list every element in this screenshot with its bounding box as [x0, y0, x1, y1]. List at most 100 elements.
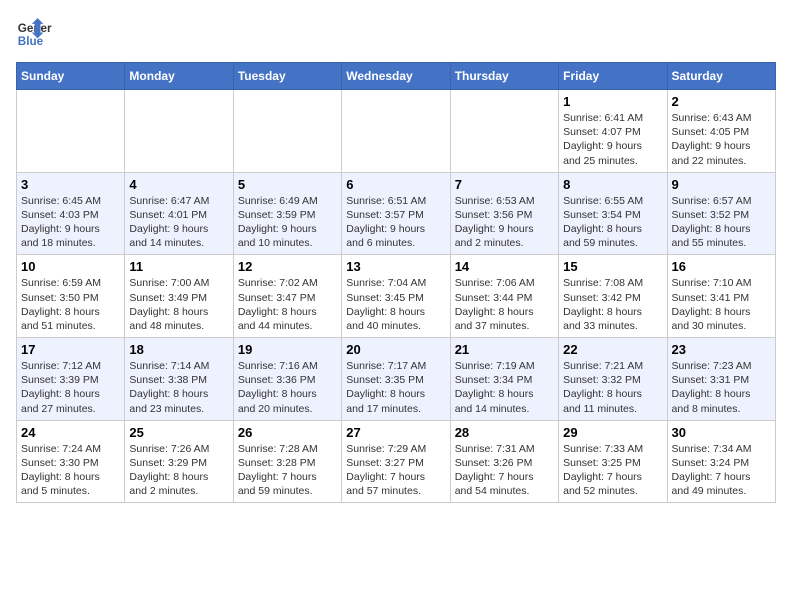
day-info: Sunrise: 7:12 AM Sunset: 3:39 PM Dayligh…	[21, 359, 120, 416]
day-number: 14	[455, 259, 554, 274]
day-number: 9	[672, 177, 771, 192]
calendar-week-row: 10 Sunrise: 6:59 AM Sunset: 3:50 PM Dayli…	[17, 255, 776, 338]
calendar-cell	[233, 90, 341, 173]
calendar-cell: 12 Sunrise: 7:02 AM Sunset: 3:47 PM Dayli…	[233, 255, 341, 338]
calendar-cell: 19 Sunrise: 7:16 AM Sunset: 3:36 PM Dayli…	[233, 338, 341, 421]
calendar-week-row: 3 Sunrise: 6:45 AM Sunset: 4:03 PM Daylig…	[17, 172, 776, 255]
calendar-cell: 9 Sunrise: 6:57 AM Sunset: 3:52 PM Daylig…	[667, 172, 775, 255]
day-info: Sunrise: 6:55 AM Sunset: 3:54 PM Dayligh…	[563, 194, 662, 251]
day-info: Sunrise: 7:26 AM Sunset: 3:29 PM Dayligh…	[129, 442, 228, 499]
calendar-week-row: 17Sunrise: 7:12 AM Sunset: 3:39 PM Dayli…	[17, 338, 776, 421]
calendar-cell: 8 Sunrise: 6:55 AM Sunset: 3:54 PM Daylig…	[559, 172, 667, 255]
calendar-cell	[342, 90, 450, 173]
weekday-header: Thursday	[450, 63, 558, 90]
calendar-cell: 11Sunrise: 7:00 AM Sunset: 3:49 PM Dayli…	[125, 255, 233, 338]
page-header: General Blue	[16, 16, 776, 52]
day-number: 11	[129, 259, 228, 274]
calendar-cell: 23 Sunrise: 7:23 AM Sunset: 3:31 PM Dayli…	[667, 338, 775, 421]
day-number: 7	[455, 177, 554, 192]
calendar-cell: 14 Sunrise: 7:06 AM Sunset: 3:44 PM Dayli…	[450, 255, 558, 338]
day-number: 22	[563, 342, 662, 357]
calendar-cell: 25 Sunrise: 7:26 AM Sunset: 3:29 PM Dayli…	[125, 420, 233, 503]
logo: General Blue	[16, 16, 52, 52]
day-info: Sunrise: 7:24 AM Sunset: 3:30 PM Dayligh…	[21, 442, 120, 499]
weekday-header: Monday	[125, 63, 233, 90]
day-number: 24	[21, 425, 120, 440]
day-info: Sunrise: 7:29 AM Sunset: 3:27 PM Dayligh…	[346, 442, 445, 499]
day-number: 20	[346, 342, 445, 357]
calendar-cell: 3 Sunrise: 6:45 AM Sunset: 4:03 PM Daylig…	[17, 172, 125, 255]
weekday-header: Wednesday	[342, 63, 450, 90]
day-info: Sunrise: 6:43 AM Sunset: 4:05 PM Dayligh…	[672, 111, 771, 168]
day-info: Sunrise: 7:17 AM Sunset: 3:35 PM Dayligh…	[346, 359, 445, 416]
calendar-week-row: 1Sunrise: 6:41 AM Sunset: 4:07 PM Daylig…	[17, 90, 776, 173]
weekday-header: Saturday	[667, 63, 775, 90]
day-info: Sunrise: 7:19 AM Sunset: 3:34 PM Dayligh…	[455, 359, 554, 416]
calendar-week-row: 24 Sunrise: 7:24 AM Sunset: 3:30 PM Dayli…	[17, 420, 776, 503]
day-number: 1	[563, 94, 662, 109]
calendar-cell: 27 Sunrise: 7:29 AM Sunset: 3:27 PM Dayli…	[342, 420, 450, 503]
day-info: Sunrise: 7:33 AM Sunset: 3:25 PM Dayligh…	[563, 442, 662, 499]
calendar-cell	[125, 90, 233, 173]
day-number: 23	[672, 342, 771, 357]
day-info: Sunrise: 7:31 AM Sunset: 3:26 PM Dayligh…	[455, 442, 554, 499]
day-info: Sunrise: 6:51 AM Sunset: 3:57 PM Dayligh…	[346, 194, 445, 251]
day-info: Sunrise: 7:34 AM Sunset: 3:24 PM Dayligh…	[672, 442, 771, 499]
calendar-cell: 6 Sunrise: 6:51 AM Sunset: 3:57 PM Daylig…	[342, 172, 450, 255]
day-number: 3	[21, 177, 120, 192]
calendar-cell: 13Sunrise: 7:04 AM Sunset: 3:45 PM Dayli…	[342, 255, 450, 338]
day-number: 21	[455, 342, 554, 357]
day-info: Sunrise: 6:47 AM Sunset: 4:01 PM Dayligh…	[129, 194, 228, 251]
calendar-cell: 15 Sunrise: 7:08 AM Sunset: 3:42 PM Dayli…	[559, 255, 667, 338]
calendar-cell	[450, 90, 558, 173]
calendar-cell: 7 Sunrise: 6:53 AM Sunset: 3:56 PM Daylig…	[450, 172, 558, 255]
day-number: 12	[238, 259, 337, 274]
day-info: Sunrise: 7:02 AM Sunset: 3:47 PM Dayligh…	[238, 276, 337, 333]
day-info: Sunrise: 6:45 AM Sunset: 4:03 PM Dayligh…	[21, 194, 120, 251]
day-number: 28	[455, 425, 554, 440]
day-info: Sunrise: 6:57 AM Sunset: 3:52 PM Dayligh…	[672, 194, 771, 251]
day-number: 8	[563, 177, 662, 192]
weekday-header: Sunday	[17, 63, 125, 90]
day-number: 2	[672, 94, 771, 109]
day-info: Sunrise: 7:06 AM Sunset: 3:44 PM Dayligh…	[455, 276, 554, 333]
calendar-cell: 5 Sunrise: 6:49 AM Sunset: 3:59 PM Daylig…	[233, 172, 341, 255]
day-number: 16	[672, 259, 771, 274]
calendar-cell: 30 Sunrise: 7:34 AM Sunset: 3:24 PM Dayli…	[667, 420, 775, 503]
logo-icon: General Blue	[16, 16, 52, 52]
weekday-header: Tuesday	[233, 63, 341, 90]
calendar-cell: 20 Sunrise: 7:17 AM Sunset: 3:35 PM Dayli…	[342, 338, 450, 421]
day-info: Sunrise: 7:08 AM Sunset: 3:42 PM Dayligh…	[563, 276, 662, 333]
day-number: 18	[129, 342, 228, 357]
day-info: Sunrise: 7:28 AM Sunset: 3:28 PM Dayligh…	[238, 442, 337, 499]
day-number: 25	[129, 425, 228, 440]
calendar-cell	[17, 90, 125, 173]
day-info: Sunrise: 6:53 AM Sunset: 3:56 PM Dayligh…	[455, 194, 554, 251]
day-info: Sunrise: 7:23 AM Sunset: 3:31 PM Dayligh…	[672, 359, 771, 416]
day-number: 10	[21, 259, 120, 274]
calendar-cell: 24 Sunrise: 7:24 AM Sunset: 3:30 PM Dayli…	[17, 420, 125, 503]
day-info: Sunrise: 6:49 AM Sunset: 3:59 PM Dayligh…	[238, 194, 337, 251]
day-number: 27	[346, 425, 445, 440]
day-number: 15	[563, 259, 662, 274]
calendar-cell: 10 Sunrise: 6:59 AM Sunset: 3:50 PM Dayli…	[17, 255, 125, 338]
day-number: 19	[238, 342, 337, 357]
day-number: 4	[129, 177, 228, 192]
day-number: 6	[346, 177, 445, 192]
calendar-cell: 21 Sunrise: 7:19 AM Sunset: 3:34 PM Dayli…	[450, 338, 558, 421]
day-number: 29	[563, 425, 662, 440]
calendar-cell: 29 Sunrise: 7:33 AM Sunset: 3:25 PM Dayli…	[559, 420, 667, 503]
calendar-cell: 16Sunrise: 7:10 AM Sunset: 3:41 PM Dayli…	[667, 255, 775, 338]
calendar-cell: 1Sunrise: 6:41 AM Sunset: 4:07 PM Daylig…	[559, 90, 667, 173]
calendar-cell: 2 Sunrise: 6:43 AM Sunset: 4:05 PM Daylig…	[667, 90, 775, 173]
calendar-cell: 22 Sunrise: 7:21 AM Sunset: 3:32 PM Dayli…	[559, 338, 667, 421]
day-number: 26	[238, 425, 337, 440]
day-number: 30	[672, 425, 771, 440]
calendar-cell: 4 Sunrise: 6:47 AM Sunset: 4:01 PM Daylig…	[125, 172, 233, 255]
calendar-cell: 18Sunrise: 7:14 AM Sunset: 3:38 PM Dayli…	[125, 338, 233, 421]
day-info: Sunrise: 7:16 AM Sunset: 3:36 PM Dayligh…	[238, 359, 337, 416]
day-info: Sunrise: 6:59 AM Sunset: 3:50 PM Dayligh…	[21, 276, 120, 333]
svg-text:Blue: Blue	[18, 35, 44, 48]
day-number: 5	[238, 177, 337, 192]
day-info: Sunrise: 7:21 AM Sunset: 3:32 PM Dayligh…	[563, 359, 662, 416]
